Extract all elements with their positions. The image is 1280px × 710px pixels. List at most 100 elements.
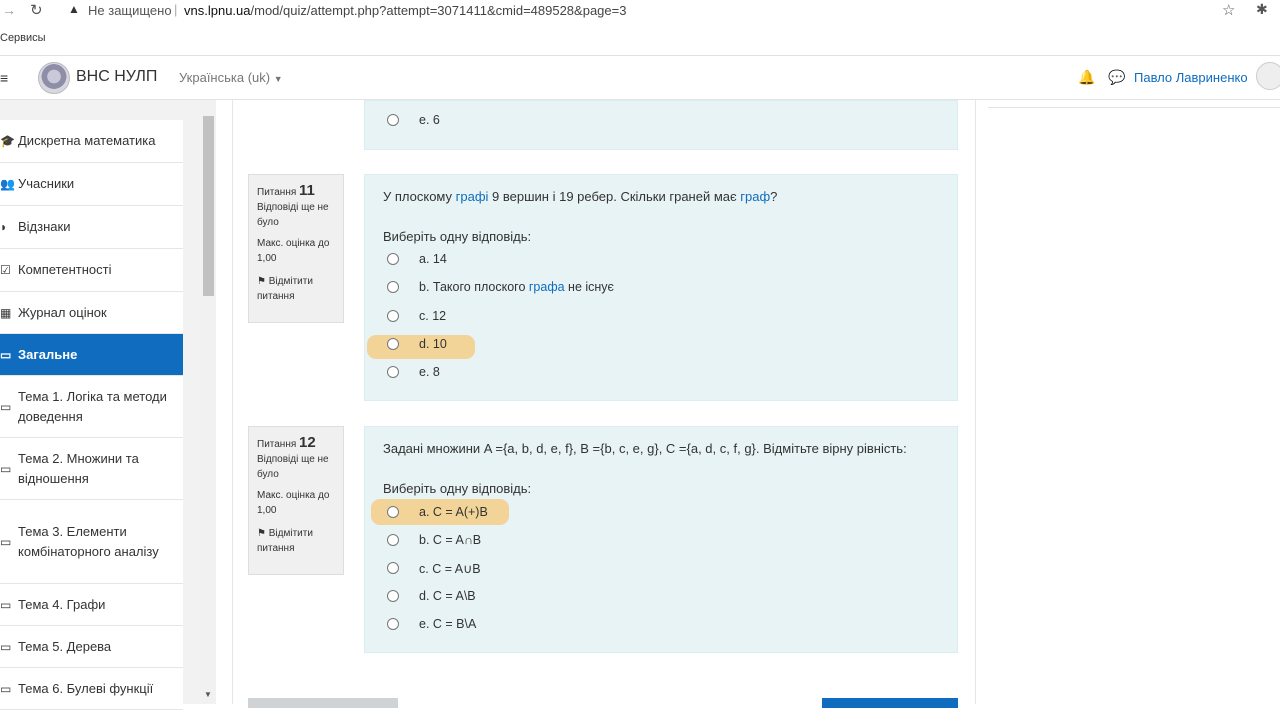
option-label: c. C = A∪B [419,561,481,576]
menu-toggle-icon[interactable]: ≡ [0,70,8,86]
browser-chrome: → ↻ ▲ Не защищено | vns.lpnu.ua/mod/quiz… [0,0,1280,56]
address-separator: | [174,2,178,17]
answer-option[interactable]: c. C = A∪B [387,559,481,577]
radio-button[interactable] [387,310,399,322]
question-label: Питання [257,187,297,198]
question-max-grade: Макс. оцінка до 1,00 [257,490,330,516]
flag-label: Відмітити питання [257,276,313,302]
option-label: c. 12 [419,309,447,323]
flag-question-link[interactable]: ⚑ Відмітити питання [257,526,335,556]
question-text: Задані множини A ={a, b, d, e, f}, B ={b… [383,441,907,456]
prev-question-content: e. 6 [364,100,958,150]
radio-button[interactable] [387,534,399,546]
question-content: Задані множини A ={a, b, d, e, f}, B ={b… [364,426,958,653]
right-column [988,100,1280,108]
back-arrow-icon[interactable]: → [2,2,16,18]
sidebar-item-label: Компетентності [18,262,112,277]
sidebar-item[interactable]: ▭ Тема 4. Графи [0,584,183,626]
question-text-part: 9 вершин і 19 ребер. Скільки граней має [488,189,741,204]
bookmark-star-icon[interactable]: ☆ [1222,1,1235,19]
radio-button[interactable] [387,338,399,350]
answer-option[interactable]: c. 12 [387,307,446,325]
sidebar-item[interactable]: ▭ Тема 5. Дерева [0,626,183,668]
sidebar-item-label: Відзнаки [18,219,71,234]
language-label: Українська (uk) [179,70,271,85]
bookmarks-bar-item[interactable]: Сервисы [0,32,46,44]
flag-question-link[interactable]: ⚑ Відмітити питання [257,274,335,304]
radio-button[interactable] [387,253,399,265]
sidebar-item-label: Загальне [18,346,78,362]
folder-icon: ▭ [0,461,12,476]
folder-icon: ▭ [0,681,12,696]
answer-option[interactable]: d. 10 [387,335,447,353]
messages-chat-icon[interactable]: 💬 [1108,69,1125,86]
question-number: Питання 11 [257,183,335,200]
sidebar-item[interactable]: ▭ Тема 3. Елементи комбінаторного аналізу [0,500,183,584]
radio-button[interactable] [387,506,399,518]
check-square-icon: ☑ [0,263,11,277]
radio-button[interactable] [387,562,399,574]
question-content: У плоскому графі 9 вершин і 19 ребер. Ск… [364,174,958,401]
site-name[interactable]: ВНС НУЛП [76,68,157,86]
sidebar-item-label: Учасники [18,176,75,191]
sidebar-item-label: Тема 1. Логіка та методи доведення [18,388,167,424]
site-logo[interactable] [38,62,70,94]
question-text-part: ? [770,189,778,204]
option-label: e. 6 [419,113,440,127]
sidebar-item-label: Тема 3. Елементи комбінаторного аналізу [18,523,159,559]
address-bar[interactable]: → ↻ ▲ Не защищено | vns.lpnu.ua/mod/quiz… [0,0,1280,22]
radio-button[interactable] [387,114,399,126]
question-number: Питання 12 [257,435,335,452]
sidebar-item[interactable]: ▭ Тема 1. Логіка та методи доведення [0,376,183,438]
reload-icon[interactable]: ↻ [30,1,43,19]
sidebar-item[interactable]: ◗ Відзнаки [0,206,183,249]
scroll-down-arrow-icon[interactable]: ▼ [204,690,212,699]
sidebar-scrollbar-thumb[interactable] [203,116,214,296]
answer-option[interactable]: e. 6 [387,111,440,129]
notifications-bell-icon[interactable]: 🔔 [1078,69,1095,86]
answer-prompt: Виберіть одну відповідь: [383,481,532,496]
caret-down-icon: ▼ [273,74,283,84]
answer-option[interactable]: d. C = A\B [387,587,476,605]
user-avatar[interactable] [1256,62,1280,90]
answer-option[interactable]: e. C = B\A [387,615,476,633]
answer-option[interactable]: b. C = A∩B [387,531,481,549]
course-sidebar: 🎓 Дискретна математика 👥 Учасники ◗ Відзнаки ☑… [0,100,216,710]
sidebar-item[interactable]: ▭ Загальне [0,334,183,376]
glossary-link[interactable]: графі [456,189,489,204]
extensions-puzzle-icon[interactable]: ✱ [1256,1,1268,18]
sidebar-item[interactable]: ▭ Тема 2. Множини та відношення [0,438,183,500]
radio-button[interactable] [387,618,399,630]
answer-option[interactable]: a. 14 [387,250,447,268]
folder-icon: ▭ [0,534,12,549]
sidebar-item-label: Тема 4. Графи [18,596,106,612]
question-number-value: 12 [299,434,316,451]
answer-option[interactable]: a. C = A(+)B [387,503,488,521]
sidebar-item-label: Тема 2. Множини та відношення [18,450,139,486]
sidebar-item[interactable]: ☑ Компетентності [0,249,183,292]
answer-option[interactable]: b. Такого плоского графа не існує [387,278,614,296]
question-max-grade: Макс. оцінка до 1,00 [257,238,330,264]
glossary-link[interactable]: графа [529,280,565,294]
option-label: b. C = A∩B [419,533,482,547]
option-label: a. C = A(+)B [419,505,488,519]
language-menu[interactable]: Українська (uk) ▼ [179,70,283,85]
previous-page-button[interactable] [248,698,398,708]
question-info: Питання 11 Відповіді ще не було Макс. оц… [248,174,344,323]
next-page-button[interactable] [822,698,958,708]
url-text[interactable]: vns.lpnu.ua/mod/quiz/attempt.php?attempt… [184,3,626,18]
folder-icon: ▭ [0,399,12,414]
radio-button[interactable] [387,590,399,602]
answer-option[interactable]: e. 8 [387,363,440,381]
sidebar-item[interactable]: 👥 Учасники [0,163,183,206]
user-name[interactable]: Павло Лавриненко [1134,70,1248,85]
radio-button[interactable] [387,366,399,378]
option-label: d. C = A\B [419,589,476,603]
sidebar-item[interactable]: 🎓 Дискретна математика [0,120,183,163]
warning-icon[interactable]: ▲ [68,2,80,16]
radio-button[interactable] [387,281,399,293]
glossary-link[interactable]: граф [740,189,770,204]
top-navbar: ≡ ВНС НУЛП Українська (uk) ▼ 🔔 💬 Павло Л… [0,56,1280,100]
option-label: b. Такого плоского графа не існує [419,280,614,294]
sidebar-item[interactable]: ▦ Журнал оцінок [0,292,183,334]
